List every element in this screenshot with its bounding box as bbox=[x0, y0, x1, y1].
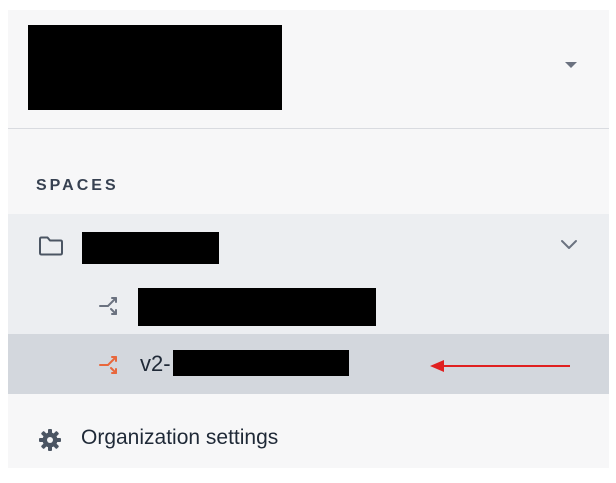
gear-icon bbox=[38, 428, 62, 457]
environment-name-redacted bbox=[173, 350, 349, 376]
spaces-section-label: SPACES bbox=[36, 177, 119, 194]
sidebar-panel: SPACES v2- Organization settings bbox=[8, 10, 609, 468]
space-name-redacted bbox=[82, 232, 219, 264]
folder-icon bbox=[38, 236, 64, 261]
org-name-redacted bbox=[28, 25, 282, 110]
branch-icon bbox=[98, 354, 122, 381]
annotation-arrow-icon bbox=[424, 354, 574, 383]
caret-down-icon[interactable] bbox=[565, 62, 577, 68]
environment-name-redacted bbox=[138, 288, 376, 326]
org-switcher[interactable] bbox=[8, 10, 609, 129]
organization-settings-label: Organization settings bbox=[81, 426, 279, 449]
branch-icon bbox=[98, 295, 122, 322]
chevron-down-icon[interactable] bbox=[559, 238, 579, 257]
environment-label: v2- bbox=[140, 351, 171, 376]
